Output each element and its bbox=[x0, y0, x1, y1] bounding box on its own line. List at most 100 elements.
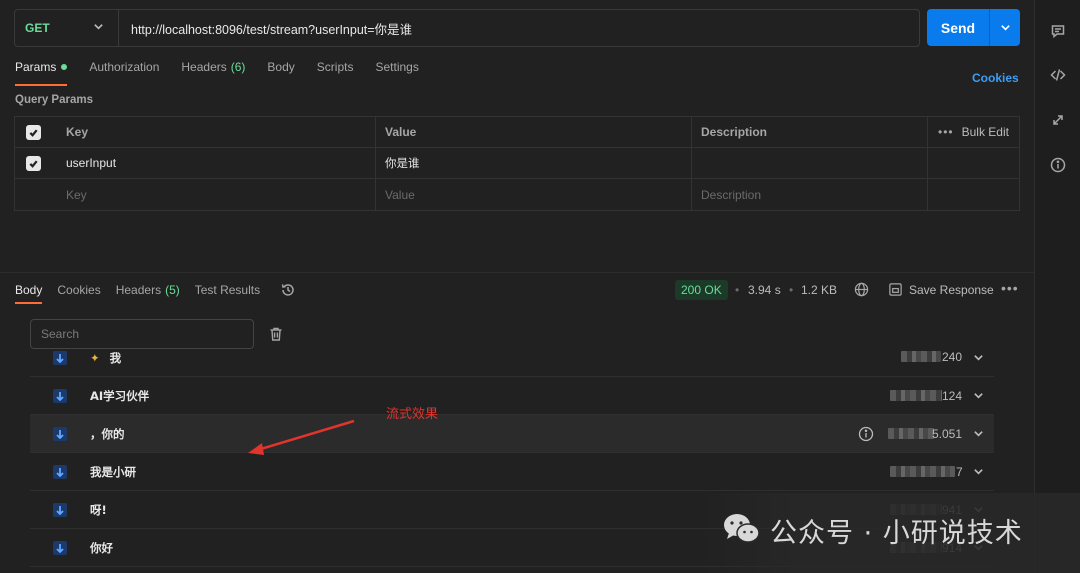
arrow-down-icon bbox=[53, 351, 67, 365]
emoji-icon: ✦ bbox=[90, 351, 100, 365]
response-headers-count: (5) bbox=[165, 283, 180, 297]
message-text: 呀! bbox=[90, 502, 107, 517]
tab-authorization[interactable]: Authorization bbox=[89, 56, 159, 86]
row-checkbox[interactable] bbox=[15, 148, 51, 178]
message-text: ，你的 bbox=[90, 426, 125, 441]
param-key-cell[interactable]: userInput bbox=[51, 148, 376, 178]
message-time: 7 bbox=[956, 465, 963, 479]
main-panel: GET http://localhost:8096/test/stream?us… bbox=[0, 0, 1034, 573]
message-time: 124 bbox=[942, 389, 963, 403]
param-value-cell[interactable]: 你是谁 bbox=[376, 148, 692, 178]
tab-settings[interactable]: Settings bbox=[375, 56, 418, 86]
check-icon bbox=[29, 129, 38, 137]
table-header-row: Key Value Description ••• Bulk Edit bbox=[15, 117, 1019, 148]
column-header-key: Key bbox=[51, 117, 376, 147]
tab-scripts[interactable]: Scripts bbox=[317, 56, 354, 86]
query-params-label: Query Params bbox=[15, 94, 93, 106]
headers-count: (6) bbox=[230, 60, 246, 74]
arrow-down-icon bbox=[53, 426, 67, 441]
list-item[interactable]: ✦ 我 240 bbox=[30, 351, 994, 377]
info-icon[interactable] bbox=[1035, 153, 1080, 177]
blurred-timestamp bbox=[890, 390, 942, 401]
watermark-text: 公众号 · 小研说技术 bbox=[770, 518, 1023, 549]
chevron-down-icon[interactable] bbox=[973, 390, 984, 404]
chevron-down-icon bbox=[1000, 25, 1010, 31]
new-value-input[interactable]: Value bbox=[376, 179, 692, 210]
response-tabs: Body Cookies Headers (5) Test Results bbox=[15, 276, 275, 304]
url-input[interactable]: http://localhost:8096/test/stream?userIn… bbox=[119, 10, 919, 46]
trash-icon[interactable] bbox=[268, 326, 284, 345]
annotation-arrow-icon bbox=[248, 419, 355, 455]
message-text: 我 bbox=[109, 351, 122, 365]
param-description-cell[interactable] bbox=[692, 148, 928, 178]
comment-icon[interactable] bbox=[1035, 19, 1080, 43]
annotation-label: 流式效果 bbox=[386, 407, 439, 422]
column-header-description: Description bbox=[692, 117, 928, 147]
message-text: AI学习伙伴 bbox=[90, 388, 150, 403]
message-text: 我是小研 bbox=[90, 464, 136, 479]
response-time: 3.94 s bbox=[748, 283, 781, 297]
info-icon[interactable] bbox=[858, 426, 874, 445]
chevron-down-icon[interactable] bbox=[973, 466, 984, 480]
bulk-edit-button[interactable]: ••• Bulk Edit bbox=[928, 117, 1019, 147]
send-button[interactable]: Send bbox=[927, 9, 989, 46]
response-tab-cookies[interactable]: Cookies bbox=[57, 276, 100, 304]
globe-icon[interactable] bbox=[854, 282, 869, 300]
params-active-dot bbox=[61, 64, 68, 70]
cookies-link[interactable]: Cookies bbox=[972, 71, 1019, 85]
empty-checkbox-cell bbox=[15, 179, 51, 210]
request-tabs: Params Authorization Headers (6) Body Scr… bbox=[15, 56, 441, 86]
chevron-down-icon[interactable] bbox=[973, 352, 984, 366]
response-tab-test-results[interactable]: Test Results bbox=[195, 276, 260, 304]
blurred-timestamp bbox=[901, 351, 941, 362]
arrow-down-icon bbox=[53, 502, 67, 517]
send-options-button[interactable] bbox=[990, 9, 1020, 46]
table-row: userInput 你是谁 bbox=[15, 148, 1019, 179]
message-time: 5.051 bbox=[932, 427, 963, 441]
arrow-down-icon bbox=[53, 540, 67, 555]
row-extra-cell bbox=[928, 148, 1019, 178]
message-time: 240 bbox=[942, 351, 963, 364]
response-size: 1.2 KB bbox=[801, 283, 838, 297]
params-table: Key Value Description ••• Bulk Edit user… bbox=[14, 116, 1020, 211]
search-input[interactable] bbox=[30, 319, 254, 349]
column-header-value: Value bbox=[376, 117, 692, 147]
check-icon bbox=[29, 160, 38, 168]
message-text: 你好 bbox=[90, 540, 113, 555]
right-sidebar bbox=[1034, 0, 1080, 573]
list-item[interactable]: 我是小研 7 bbox=[30, 453, 994, 491]
tab-headers[interactable]: Headers (6) bbox=[181, 56, 245, 86]
more-icon: ••• bbox=[938, 125, 954, 139]
list-item[interactable]: AI学习伙伴 124 bbox=[30, 377, 994, 415]
save-response-button[interactable]: Save Response bbox=[909, 283, 994, 297]
status-badge: 200 OK bbox=[675, 280, 728, 300]
arrow-down-icon bbox=[53, 464, 67, 479]
list-item-highlighted[interactable]: ，你的 5.051 bbox=[30, 415, 994, 453]
save-response-icon[interactable] bbox=[888, 282, 903, 300]
select-all-checkbox[interactable] bbox=[15, 117, 51, 147]
new-description-input[interactable]: Description bbox=[692, 179, 928, 210]
method-label: GET bbox=[25, 21, 50, 35]
send-button-group: Send bbox=[927, 9, 1020, 46]
method-select[interactable]: GET bbox=[15, 10, 119, 46]
arrow-down-icon bbox=[53, 388, 67, 403]
separator-dot: • bbox=[735, 283, 740, 297]
tab-params[interactable]: Params bbox=[15, 56, 68, 86]
tab-body[interactable]: Body bbox=[267, 56, 294, 86]
related-icon[interactable] bbox=[1035, 108, 1080, 132]
new-key-input[interactable]: Key bbox=[51, 179, 376, 210]
blurred-timestamp bbox=[890, 466, 955, 477]
response-tab-headers[interactable]: Headers (5) bbox=[116, 276, 180, 304]
table-row-empty: Key Value Description bbox=[15, 179, 1019, 210]
history-icon[interactable] bbox=[280, 282, 296, 301]
chevron-down-icon[interactable] bbox=[973, 428, 984, 442]
response-tab-body[interactable]: Body bbox=[15, 276, 43, 304]
empty-extra-cell bbox=[928, 179, 1019, 210]
blurred-timestamp bbox=[888, 428, 934, 439]
chevron-down-icon bbox=[93, 21, 104, 35]
code-icon[interactable] bbox=[1035, 63, 1080, 87]
more-options-icon[interactable]: ••• bbox=[1001, 280, 1019, 296]
wechat-logo-icon bbox=[724, 514, 760, 543]
response-divider bbox=[0, 272, 1034, 273]
url-bar: GET http://localhost:8096/test/stream?us… bbox=[14, 9, 920, 47]
